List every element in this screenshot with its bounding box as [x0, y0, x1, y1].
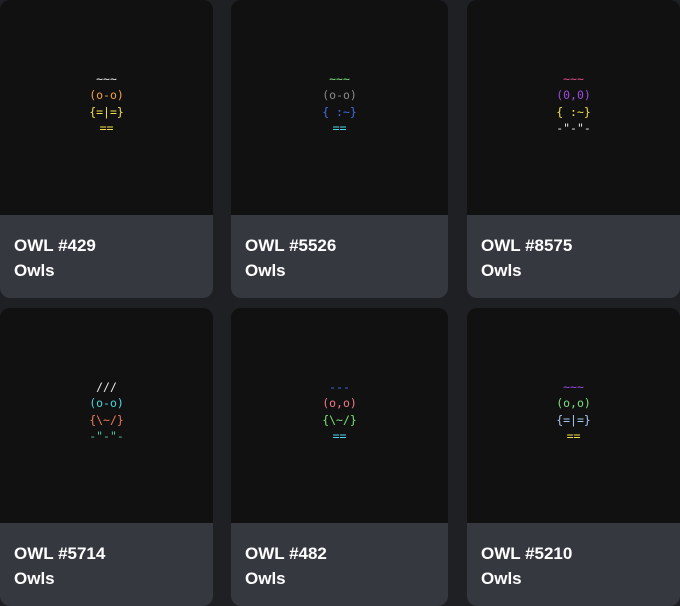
ascii-line: (o-o)	[89, 88, 124, 102]
nft-card[interactable]: ~~~ (0,0) { :~} -"-"- OWL #8575 Owls	[467, 0, 680, 298]
nft-card[interactable]: ~~~ (o-o) { :~} == OWL #5526 Owls	[231, 0, 448, 298]
ascii-line: ~~~	[329, 71, 350, 86]
ascii-line: ==	[566, 429, 581, 443]
collection-name: Owls	[14, 261, 55, 280]
ascii-line: {\~/}	[322, 412, 357, 427]
owl-title: OWL #5526	[245, 236, 337, 255]
collection-name: Owls	[14, 569, 55, 588]
ascii-line: ~~~	[563, 71, 584, 86]
owl-title: OWL #429	[14, 236, 96, 255]
owl-ascii-art: ~~~ (0,0) { :~} -"-"-	[556, 71, 591, 137]
nft-grid: ~~~ (o-o) {=|=} == OWL #429 Owls ~~~ (o-o) { …	[0, 0, 680, 606]
owl-artwork: /// (o-o) {\~/} -"-"-	[0, 308, 213, 523]
ascii-line: ///	[96, 379, 117, 394]
ascii-line: ==	[332, 429, 347, 443]
owl-ascii-art: ~~~ (o-o) {=|=} ==	[89, 71, 124, 137]
ascii-line: (o,o)	[556, 396, 591, 410]
card-info: OWL #482 Owls	[231, 523, 448, 606]
owl-ascii-art: ~~~ (o,o) {=|=} ==	[556, 379, 591, 445]
collection-name: Owls	[245, 261, 286, 280]
nft-card[interactable]: ~~~ (o,o) {=|=} == OWL #5210 Owls	[467, 308, 680, 606]
ascii-line: -"-"-	[89, 429, 124, 443]
owl-artwork: ~~~ (o-o) {=|=} ==	[0, 0, 213, 215]
owl-artwork: ~~~ (0,0) { :~} -"-"-	[467, 0, 680, 215]
ascii-line: {=|=}	[556, 412, 591, 427]
ascii-line: ~~~	[563, 379, 584, 394]
ascii-line: (0,0)	[556, 88, 591, 102]
owl-ascii-art: --- (o,o) {\~/} ==	[322, 379, 357, 445]
card-info: OWL #5210 Owls	[467, 523, 680, 606]
ascii-line: {=|=}	[89, 104, 124, 119]
ascii-line: ==	[99, 121, 114, 135]
owl-ascii-art: ~~~ (o-o) { :~} ==	[322, 71, 357, 137]
ascii-line: {\~/}	[89, 412, 124, 427]
ascii-line: -"-"-	[556, 121, 591, 135]
ascii-line: ---	[329, 379, 350, 394]
ascii-line: (o-o)	[89, 396, 124, 410]
owl-title: OWL #5714	[14, 544, 106, 563]
card-info: OWL #5526 Owls	[231, 215, 448, 298]
ascii-line: { :~}	[322, 104, 357, 119]
card-info: OWL #429 Owls	[0, 215, 213, 298]
owl-ascii-art: /// (o-o) {\~/} -"-"-	[89, 379, 124, 445]
owl-title: OWL #5210	[481, 544, 573, 563]
ascii-line: ==	[332, 121, 347, 135]
ascii-line: { :~}	[556, 104, 591, 119]
owl-artwork: ~~~ (o,o) {=|=} ==	[467, 308, 680, 523]
collection-name: Owls	[481, 261, 522, 280]
ascii-line: ~~~	[96, 71, 117, 86]
card-info: OWL #5714 Owls	[0, 523, 213, 606]
nft-card[interactable]: --- (o,o) {\~/} == OWL #482 Owls	[231, 308, 448, 606]
ascii-line: (o-o)	[322, 88, 357, 102]
card-info: OWL #8575 Owls	[467, 215, 680, 298]
collection-name: Owls	[245, 569, 286, 588]
owl-artwork: ~~~ (o-o) { :~} ==	[231, 0, 448, 215]
owl-artwork: --- (o,o) {\~/} ==	[231, 308, 448, 523]
collection-name: Owls	[481, 569, 522, 588]
owl-title: OWL #482	[245, 544, 327, 563]
ascii-line: (o,o)	[322, 396, 357, 410]
nft-card[interactable]: ~~~ (o-o) {=|=} == OWL #429 Owls	[0, 0, 213, 298]
owl-title: OWL #8575	[481, 236, 573, 255]
nft-card[interactable]: /// (o-o) {\~/} -"-"- OWL #5714 Owls	[0, 308, 213, 606]
